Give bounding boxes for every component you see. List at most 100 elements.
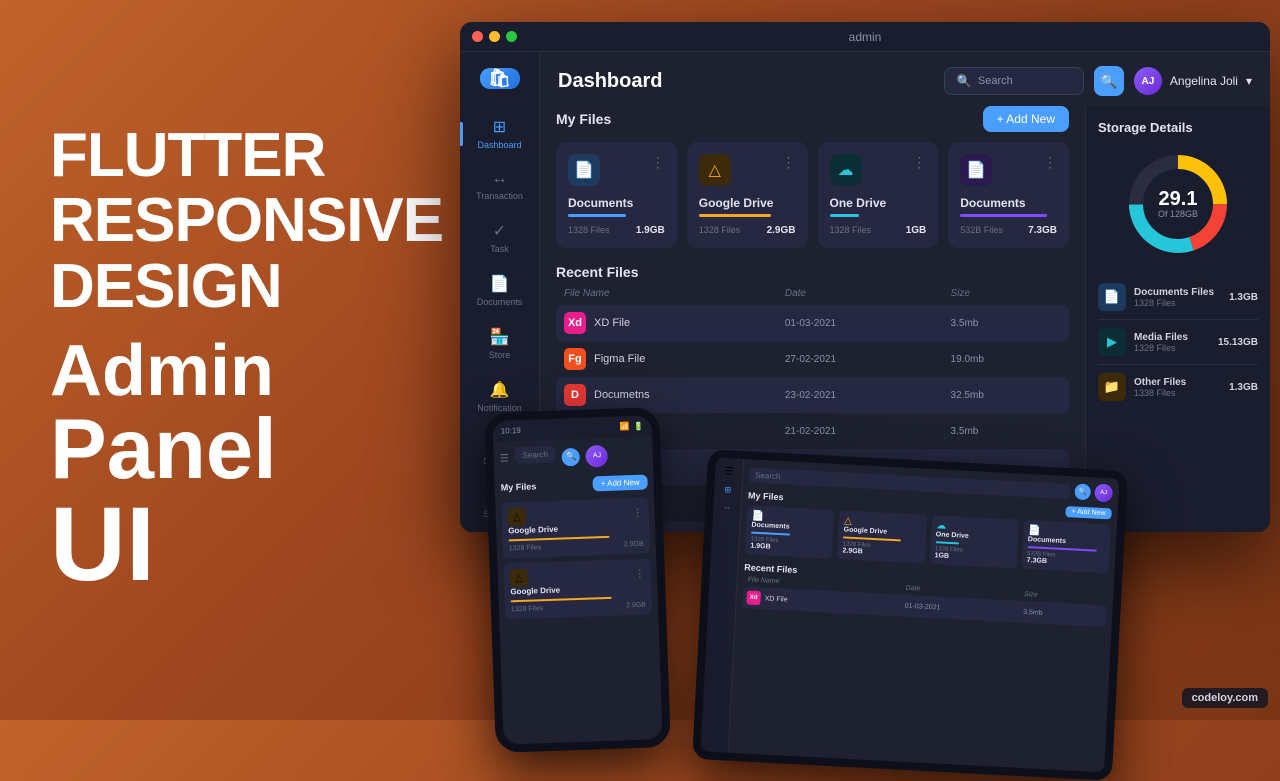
minimize-button[interactable] xyxy=(489,31,500,42)
phone-file-card2: △ ⋮ Google Drive 1328 Files 2.9GB xyxy=(503,558,652,619)
tablet-add-btn[interactable]: + Add New xyxy=(1065,506,1112,519)
file-card-header: 📄 ⋮ xyxy=(568,154,665,186)
sidebar-item-dashboard[interactable]: ⊞ Dashboard xyxy=(460,109,539,158)
file-count: 532B Files xyxy=(960,225,1003,236)
file-card-name: Documents xyxy=(568,196,665,210)
sidebar-label-documents: Documents xyxy=(477,297,523,307)
storage-item-name: Media Files xyxy=(1134,332,1210,343)
storage-title: Storage Details xyxy=(1098,120,1258,135)
file-card-info: 1328 Files 1.9GB xyxy=(568,225,665,236)
file-card-name: One Drive xyxy=(830,196,927,210)
storage-item-other: 📁 Other Files 1338 Files 1.3GB xyxy=(1098,365,1258,409)
phone-card2-menu[interactable]: ⋮ xyxy=(635,568,645,579)
docs2-file-icon: 📄 xyxy=(960,154,992,186)
file-card-documents: 📄 ⋮ Documents 1328 Files 1.9GB xyxy=(556,142,677,248)
search-button[interactable]: 🔍 xyxy=(1094,66,1124,96)
documents-icon: 📄 xyxy=(490,274,510,294)
tablet-c1-bar xyxy=(751,532,790,536)
file-card-menu[interactable]: ⋮ xyxy=(912,154,926,171)
battery-icon: 🔋 xyxy=(634,422,644,431)
phone-card1-menu[interactable]: ⋮ xyxy=(633,507,643,518)
tablet-device: ☰ ⊞ ↔ Search 🔍 AJ My Files + Add New xyxy=(692,449,1128,781)
phone-search-btn[interactable]: 🔍 xyxy=(562,447,581,466)
storage-item-size: 15.13GB xyxy=(1218,337,1258,348)
storage-other-icon: 📁 xyxy=(1098,373,1126,401)
dashboard-icon: ⊞ xyxy=(493,117,506,137)
file-card-menu[interactable]: ⋮ xyxy=(651,154,665,171)
file-card-menu[interactable]: ⋮ xyxy=(1043,154,1057,171)
watermark: codeloy.com xyxy=(1182,688,1268,708)
tablet-row1-text: XD File xyxy=(764,595,787,603)
file-name-cell: D Documetns xyxy=(564,384,785,406)
file-size: 7.3GB xyxy=(1028,225,1057,236)
search-icon: 🔍 xyxy=(957,74,972,88)
sidebar-label-transaction: Transaction xyxy=(476,191,523,201)
tablet-card4: 📄 Documents 532B Files 7.3GB xyxy=(1021,520,1111,573)
phone-search[interactable]: Search xyxy=(514,446,556,464)
phone-card2-bar xyxy=(511,597,612,603)
donut-chart: 29.1 Of 128GB xyxy=(1123,149,1233,259)
tablet-hamburger-icon: ☰ xyxy=(724,466,734,477)
sidebar-item-store[interactable]: 🏪 Store xyxy=(460,319,539,368)
sidebar-label-dashboard: Dashboard xyxy=(477,140,521,150)
storage-item-count: 1328 Files xyxy=(1134,298,1221,308)
file-card-name: Documents xyxy=(960,196,1057,210)
file-size: 2.9GB xyxy=(767,225,796,236)
phone-card2-info: 1328 Files 2.9GB xyxy=(511,602,646,614)
onedrive-file-icon: ☁ xyxy=(830,154,862,186)
task-icon: ✓ xyxy=(493,221,506,241)
storage-item-media: ▶ Media Files 1328 Files 15.13GB xyxy=(1098,320,1258,365)
documents-file-icon: 📄 xyxy=(568,154,600,186)
table-header: File Name Date Size xyxy=(556,288,1069,299)
file-date: 01-03-2021 xyxy=(785,318,951,329)
phone-card1-info: 1328 Files 2.9GB xyxy=(509,541,644,553)
wifi-icon: 📶 xyxy=(620,422,630,431)
storage-item-size: 1.3GB xyxy=(1229,382,1258,393)
file-card-header: 📄 ⋮ xyxy=(960,154,1057,186)
tablet-card3: ☁ One Drive 1328 Files 1GB xyxy=(929,515,1019,568)
donut-center: 29.1 Of 128GB xyxy=(1158,189,1198,219)
phone-card2-icon: △ xyxy=(510,569,529,588)
tablet-main: Search 🔍 AJ My Files + Add New 📄 Documen… xyxy=(729,459,1120,772)
sidebar-item-task[interactable]: ✓ Task xyxy=(460,213,539,262)
table-row[interactable]: Fg Figma File 27-02-2021 19.0mb xyxy=(556,341,1069,377)
close-button[interactable] xyxy=(472,31,483,42)
storage-media-icon: ▶ xyxy=(1098,328,1126,356)
add-new-button[interactable]: + Add New xyxy=(983,106,1069,132)
file-card-menu[interactable]: ⋮ xyxy=(782,154,796,171)
phone-add-btn[interactable]: + Add New xyxy=(592,474,647,491)
sidebar-item-transaction[interactable]: ↔ Transaction xyxy=(460,162,539,209)
file-size: 19.0mb xyxy=(951,354,1061,365)
page-title: Dashboard xyxy=(558,70,934,93)
storage-item-documents: 📄 Documents Files 1328 Files 1.3GB xyxy=(1098,275,1258,320)
tablet-row1-date: 01-03-2021 xyxy=(905,602,1024,615)
storage-documents-icon: 📄 xyxy=(1098,283,1126,311)
search-box[interactable]: 🔍 Search xyxy=(944,67,1084,95)
file-name-text: Documetns xyxy=(594,389,650,401)
chevron-down-icon: ▾ xyxy=(1246,74,1252,88)
tablet-row1-name: Xd XD File xyxy=(746,590,905,612)
maximize-button[interactable] xyxy=(506,31,517,42)
promo-title: FLUTTER RESPONSIVE DESIGN xyxy=(50,123,410,318)
file-count: 1328 Files xyxy=(830,225,872,236)
transaction-icon: ↔ xyxy=(492,170,508,188)
sidebar-item-documents[interactable]: 📄 Documents xyxy=(460,266,539,315)
storage-used: 29.1 xyxy=(1158,189,1198,209)
phone-file-card1: △ ⋮ Google Drive 1328 Files 2.9GB xyxy=(501,497,650,558)
recent-files-title: Recent Files xyxy=(556,264,1069,280)
title-bar: admin xyxy=(460,22,1270,52)
my-files-title: My Files xyxy=(556,111,611,127)
file-card-info: 1328 Files 1GB xyxy=(830,225,927,236)
storage-item-size: 1.3GB xyxy=(1229,292,1258,303)
table-row[interactable]: Xd XD File 01-03-2021 3.5mb xyxy=(556,305,1069,341)
file-cards-grid: 📄 ⋮ Documents 1328 Files 1.9GB xyxy=(556,142,1069,248)
tablet-search-btn[interactable]: 🔍 xyxy=(1074,483,1091,500)
donut-chart-container: 29.1 Of 128GB xyxy=(1098,149,1258,259)
storage-item-count: 1338 Files xyxy=(1134,388,1221,398)
tablet-c2-bar xyxy=(843,536,901,541)
file-card-bar xyxy=(830,214,859,217)
user-avatar: AJ xyxy=(1134,67,1162,95)
tablet-card2: △ Google Drive 1328 Files 2.9GB xyxy=(837,510,927,563)
hamburger-icon: ☰ xyxy=(500,453,509,464)
file-count: 1328 Files xyxy=(568,225,610,236)
